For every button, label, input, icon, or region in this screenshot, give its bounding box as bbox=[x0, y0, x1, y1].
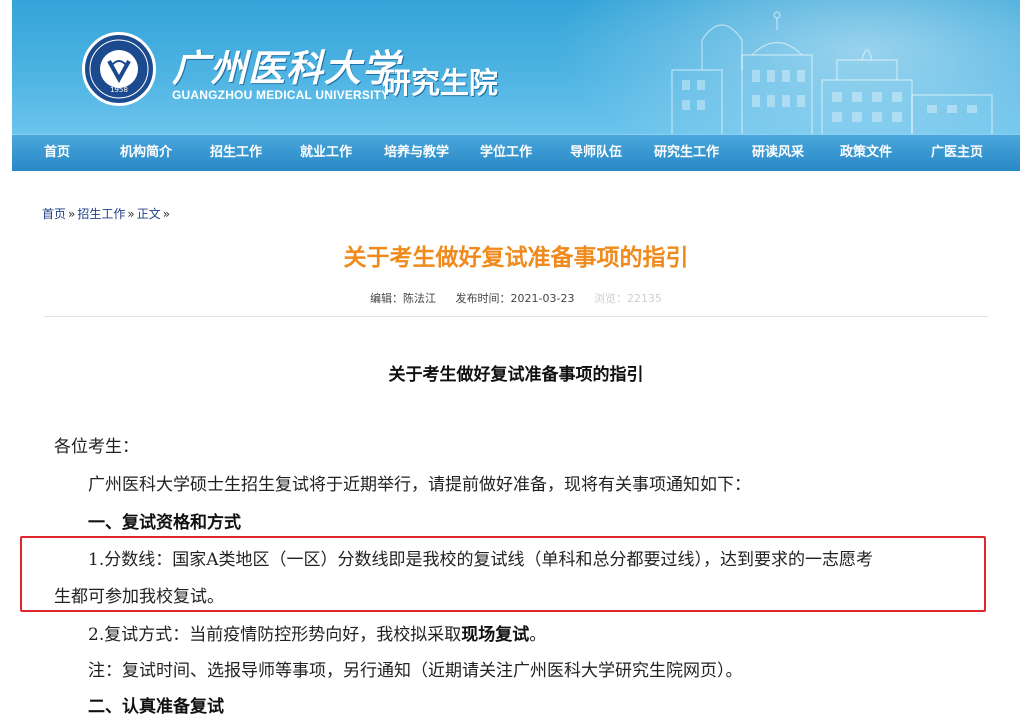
breadcrumb-current[interactable]: 正文 bbox=[137, 207, 161, 221]
nav-item-admissions[interactable]: 招生工作 bbox=[210, 135, 262, 171]
nav-item-university-home[interactable]: 广医主页 bbox=[931, 135, 983, 171]
breadcrumb-separator: » bbox=[68, 207, 76, 221]
item-1-line-2: 生都可参加我校复试。 bbox=[54, 587, 224, 607]
article-editor: 编辑：陈法江 bbox=[370, 292, 437, 305]
nav-item-about[interactable]: 机构简介 bbox=[120, 135, 172, 171]
campus-building-illustration bbox=[671, 11, 993, 134]
article-view-count: 浏览：22135 bbox=[593, 292, 662, 305]
item-2-end: 。 bbox=[529, 625, 547, 645]
document-title: 关于考生做好复试准备事项的指引 bbox=[388, 365, 644, 385]
intro-paragraph: 广州医科大学硕士生招生复试将于近期举行，请提前做好准备，现将有关事项通知如下： bbox=[88, 475, 751, 495]
university-logo: 1958 bbox=[82, 32, 156, 106]
main-nav: 首页 机构简介 招生工作 就业工作 培养与教学 学位工作 导师队伍 研究生工作 … bbox=[12, 134, 1020, 171]
item-2-emphasis: 现场复试 bbox=[461, 625, 530, 645]
breadcrumb-separator: » bbox=[162, 207, 171, 221]
article-meta: 编辑：陈法江 发布时间：2021-03-23 浏览：22135 bbox=[12, 290, 1020, 306]
divider bbox=[44, 316, 988, 317]
greeting: 各位考生： bbox=[54, 437, 139, 457]
graduate-school-title: 研究生院 bbox=[382, 66, 499, 100]
section-heading-2: 二、认真准备复试 bbox=[88, 697, 224, 717]
nav-item-student-work[interactable]: 研究生工作 bbox=[654, 135, 719, 171]
nav-item-employment[interactable]: 就业工作 bbox=[300, 135, 352, 171]
page: 1958 广州医科大学 GUANGZHOU MEDICAL UNIVERSITY… bbox=[12, 0, 1020, 721]
university-name-en: GUANGZHOU MEDICAL UNIVERSITY bbox=[172, 88, 390, 102]
item-2: 2.复试方式：当前疫情防控形势向好，我校拟采取现场复试。 bbox=[88, 620, 546, 645]
breadcrumb-separator: » bbox=[127, 207, 135, 221]
article-publish-date: 发布时间：2021-03-23 bbox=[455, 292, 575, 305]
nav-item-showcase[interactable]: 研读风采 bbox=[752, 135, 804, 171]
header-banner: 1958 广州医科大学 GUANGZHOU MEDICAL UNIVERSITY… bbox=[12, 0, 1020, 134]
logo-year: 1958 bbox=[110, 86, 128, 94]
nav-item-policies[interactable]: 政策文件 bbox=[840, 135, 892, 171]
nav-item-degree[interactable]: 学位工作 bbox=[480, 135, 532, 171]
item-1-line-1: 1.分数线：国家A类地区（一区）分数线即是我校的复试线（单科和总分都要过线），达… bbox=[88, 550, 873, 570]
article-title: 关于考生做好复试准备事项的指引 bbox=[343, 245, 689, 271]
nav-item-home[interactable]: 首页 bbox=[44, 135, 70, 171]
breadcrumb: 首页» 招生工作» 正文» bbox=[42, 205, 172, 222]
breadcrumb-admissions[interactable]: 招生工作 bbox=[77, 207, 125, 221]
breadcrumb-home[interactable]: 首页 bbox=[42, 207, 66, 221]
item-2-text: 2.复试方式：当前疫情防控形势向好，我校拟采取 bbox=[88, 625, 462, 645]
note-paragraph: 注：复试时间、选报导师等事项，另行通知（近期请关注广州医科大学研究生院网页）。 bbox=[88, 661, 743, 681]
university-name-cn: 广州医科大学 bbox=[172, 46, 400, 90]
section-heading-1: 一、复试资格和方式 bbox=[88, 513, 241, 533]
nav-item-supervisors[interactable]: 导师队伍 bbox=[570, 135, 622, 171]
nav-item-training[interactable]: 培养与教学 bbox=[384, 135, 449, 171]
